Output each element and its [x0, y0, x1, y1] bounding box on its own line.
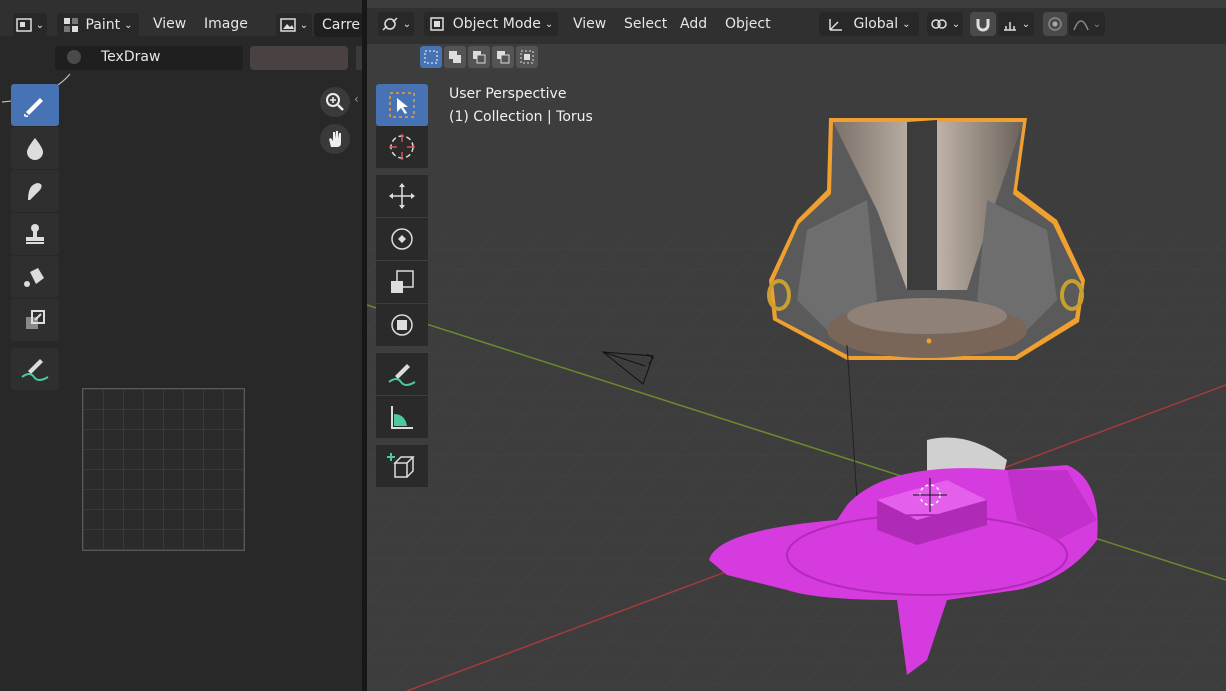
- select-extend-icon: [449, 51, 461, 63]
- stamp-icon: [26, 224, 44, 244]
- orientation-label: Global: [853, 16, 899, 32]
- proportional-edit-icon: [1048, 17, 1062, 31]
- add-cube-icon: [387, 453, 415, 478]
- tool-add-cube[interactable]: [376, 445, 428, 487]
- scale-icon: [391, 270, 414, 293]
- tool-rotate[interactable]: [376, 218, 428, 260]
- orientation-icon: [829, 19, 843, 31]
- object-mode-dropdown[interactable]: Object Mode ⌄: [424, 12, 558, 36]
- brush-color-swatch[interactable]: [250, 46, 348, 70]
- select-new-button[interactable]: [420, 46, 442, 68]
- annotate-icon: [388, 364, 416, 386]
- brush-icon: [24, 98, 43, 117]
- image-editor-icon: [16, 18, 32, 32]
- cursor-icon: [389, 134, 415, 160]
- select-intersect-icon: [520, 50, 534, 64]
- tool-smear[interactable]: [11, 170, 59, 212]
- tool-draw[interactable]: [11, 84, 59, 126]
- tool-measure[interactable]: [376, 396, 428, 438]
- tool-annotate[interactable]: [376, 353, 428, 395]
- pivot-icon: [931, 19, 947, 29]
- select-subtract-icon: [473, 51, 486, 64]
- droplet-icon: [27, 138, 43, 160]
- select-difference-button[interactable]: [492, 46, 514, 68]
- tool-scale[interactable]: [376, 261, 428, 303]
- select-subtract-button[interactable]: [468, 46, 490, 68]
- brush-name: TexDraw: [101, 49, 161, 65]
- select-difference-icon: [497, 51, 510, 64]
- menu-select[interactable]: Select: [624, 16, 667, 32]
- smear-icon: [28, 183, 42, 200]
- tool-cursor[interactable]: [376, 126, 428, 168]
- snap-target-dropdown[interactable]: ⌄: [998, 12, 1034, 36]
- select-intersect-button[interactable]: [516, 46, 538, 68]
- menu-view[interactable]: View: [573, 16, 606, 32]
- image-name-field[interactable]: Carre: [314, 13, 362, 37]
- image-browse-button[interactable]: ⌄: [276, 13, 312, 37]
- falloff-dropdown[interactable]: ⌄: [1069, 12, 1105, 36]
- select-extend-button[interactable]: [444, 46, 466, 68]
- snap-increment-icon: [1003, 22, 1016, 31]
- zoom-icon: [326, 93, 344, 111]
- snap-toggle[interactable]: [970, 12, 996, 36]
- viewport-header: ⌄ Object Mode ⌄ View Select Add Object Gl…: [367, 8, 1226, 44]
- rotate-icon: [391, 228, 413, 250]
- image-editor-header: ⌄ Paint ⌄ View Image ⌄ Carre: [0, 0, 362, 37]
- 3d-view-icon: [382, 17, 398, 31]
- annotate-icon: [21, 359, 49, 381]
- view-perspective-label: User Perspective: [449, 86, 567, 102]
- editor-type-dropdown[interactable]: ⌄: [13, 13, 47, 37]
- tool-soften[interactable]: [11, 127, 59, 169]
- select-box-icon: [389, 92, 415, 118]
- menu-add[interactable]: Add: [680, 16, 707, 32]
- fill-bucket-icon: [24, 268, 44, 287]
- lamp-object-selected[interactable]: [767, 118, 1085, 360]
- viewport-scene: [367, 118, 1226, 691]
- pan-button[interactable]: [320, 124, 350, 154]
- viewport-editor-type-dropdown[interactable]: ⌄: [378, 12, 414, 36]
- tool-fill[interactable]: [11, 256, 59, 298]
- tool-transform[interactable]: [376, 304, 428, 346]
- object-mode-label: Object Mode: [452, 16, 541, 32]
- magnet-icon: [976, 19, 990, 32]
- measure-icon: [391, 406, 413, 429]
- object-mode-icon: [429, 17, 444, 31]
- sidebar-toggle-icon[interactable]: ‹: [354, 92, 359, 106]
- image-canvas-grid[interactable]: [82, 388, 245, 551]
- menu-object[interactable]: Object: [725, 16, 771, 32]
- active-collection-label: (1) Collection | Torus: [449, 109, 593, 125]
- mask-icon: [26, 310, 45, 329]
- image-name-label: Carre: [322, 17, 360, 33]
- pivot-point-dropdown[interactable]: ⌄: [927, 12, 963, 36]
- tool-annotate[interactable]: [11, 348, 59, 390]
- zoom-button[interactable]: [320, 87, 350, 117]
- tool-mask[interactable]: [11, 299, 59, 341]
- falloff-curve-icon: [1073, 20, 1089, 31]
- mode-dropdown[interactable]: Paint ⌄: [57, 13, 139, 37]
- 3d-viewport[interactable]: [367, 0, 1226, 691]
- selection-mode-group: [420, 46, 538, 68]
- tool-select-box[interactable]: [376, 84, 428, 126]
- proportional-edit-toggle[interactable]: [1043, 12, 1067, 36]
- transform-icon: [391, 314, 413, 336]
- brush-selector[interactable]: TexDraw: [55, 46, 243, 70]
- select-new-icon: [424, 50, 438, 64]
- hand-icon: [329, 131, 341, 147]
- mode-label: Paint: [85, 17, 121, 33]
- checker-icon: [64, 18, 79, 32]
- image-icon: [280, 18, 296, 32]
- tool-move[interactable]: [376, 175, 428, 217]
- brush-preview-icon: [67, 50, 81, 64]
- tool-clone[interactable]: [11, 213, 59, 255]
- menu-view[interactable]: View: [153, 16, 186, 32]
- move-icon: [389, 183, 415, 209]
- transform-orientation-dropdown[interactable]: Global ⌄: [819, 12, 919, 36]
- menu-image[interactable]: Image: [204, 16, 248, 32]
